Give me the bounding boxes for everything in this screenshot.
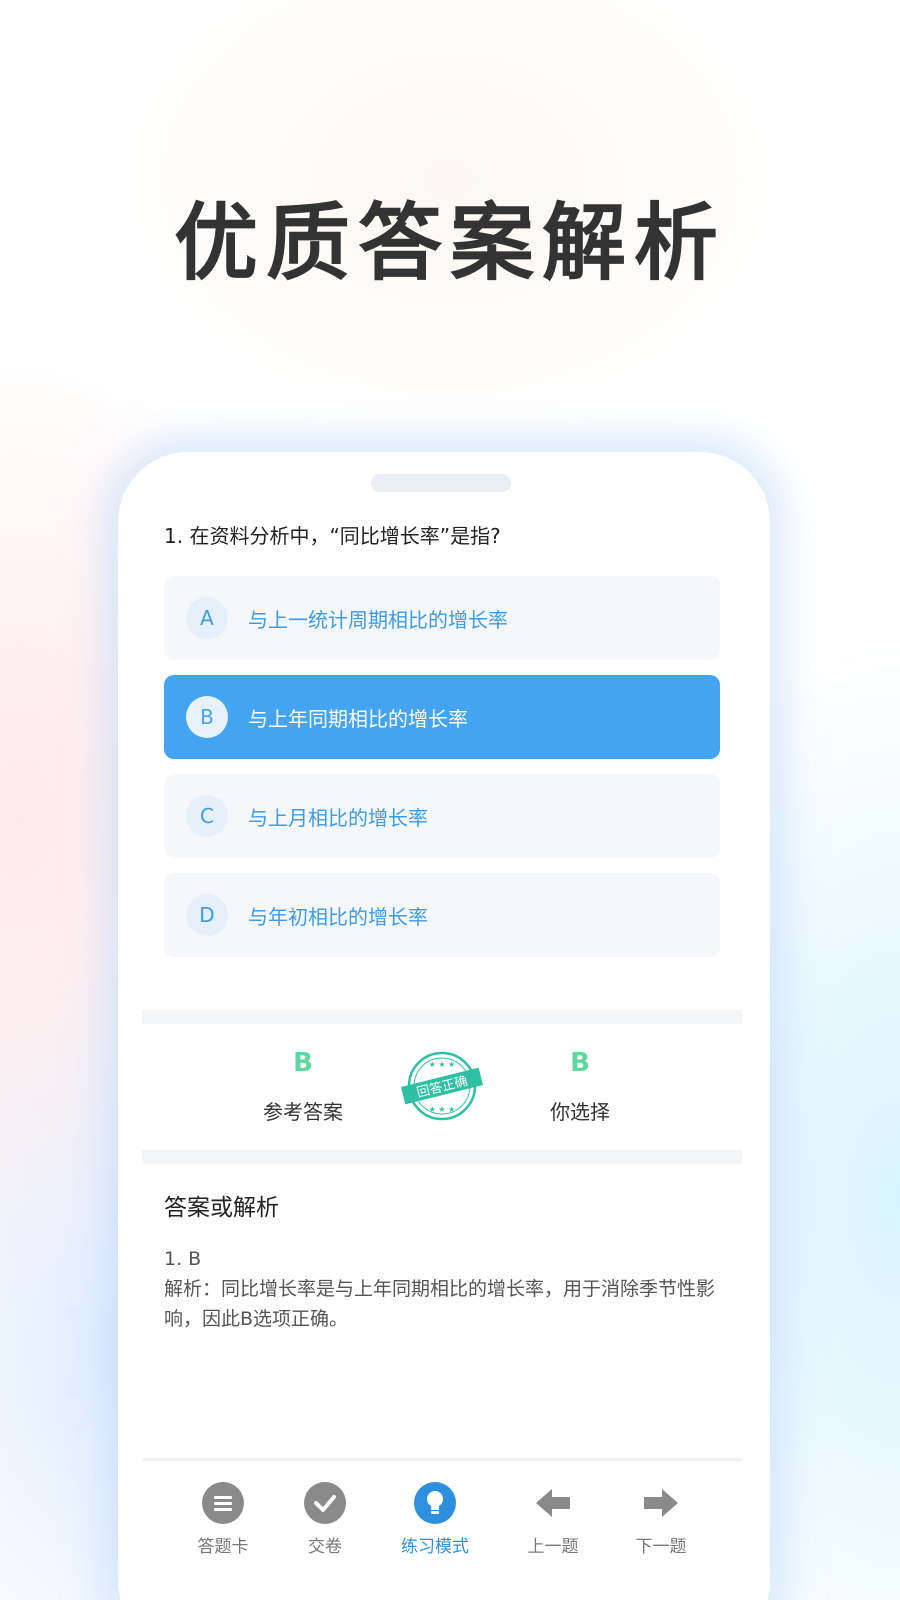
analysis-body: 1. B 解析：同比增长率是与上年同期相比的增长率，用于消除季节性影响，因此B选… [164, 1244, 724, 1334]
tab-submit[interactable]: 交卷 [280, 1482, 370, 1557]
section-divider [142, 1150, 742, 1164]
tab-next[interactable]: 下一题 [616, 1482, 706, 1557]
tab-label: 上一题 [527, 1537, 579, 1557]
svg-text:★ ★ ★: ★ ★ ★ [429, 1105, 456, 1114]
option-text: 与上年同期相比的增长率 [248, 706, 468, 731]
arrow-right-icon [640, 1482, 682, 1524]
option-text: 与上一统计周期相比的增长率 [248, 607, 508, 632]
option-letter: A [186, 597, 228, 639]
lightbulb-icon [414, 1482, 456, 1524]
option-text: 与年初相比的增长率 [248, 904, 428, 929]
option-a[interactable]: A 与上一统计周期相比的增长率 [164, 576, 720, 660]
tab-label: 练习模式 [401, 1537, 469, 1557]
tab-previous[interactable]: 上一题 [508, 1482, 598, 1557]
tab-label: 下一题 [635, 1537, 687, 1557]
tab-answer-card[interactable]: 答题卡 [178, 1482, 268, 1557]
reference-answer-label: 参考答案 [263, 1100, 343, 1124]
reference-answer: B 参考答案 [223, 1048, 383, 1125]
promo-headline: 优质答案解析 [173, 194, 726, 292]
option-letter: C [186, 795, 228, 837]
option-letter: B [186, 696, 228, 738]
analysis-title: 答案或解析 [164, 1195, 279, 1221]
check-icon [304, 1482, 346, 1524]
correct-stamp-icon: ★ ★ ★ ★ ★ ★ 回答正确 [401, 1051, 483, 1121]
phone-notch [371, 474, 511, 492]
your-answer: B 你选择 [500, 1048, 660, 1125]
your-answer-value: B [570, 1048, 590, 1078]
your-answer-label: 你选择 [550, 1100, 610, 1124]
analysis-answer-line: 1. B [164, 1248, 202, 1270]
phone-mockup: 1. 在资料分析中，“同比增长率”是指? A 与上一统计周期相比的增长率 B 与… [118, 452, 770, 1600]
option-c[interactable]: C 与上月相比的增长率 [164, 774, 720, 858]
tab-label: 交卷 [308, 1537, 342, 1557]
reference-answer-value: B [293, 1048, 313, 1078]
arrow-left-icon [532, 1482, 574, 1524]
question-text: 1. 在资料分析中，“同比增长率”是指? [164, 524, 501, 548]
tabbar-divider [142, 1458, 742, 1461]
option-d[interactable]: D 与年初相比的增长率 [164, 873, 720, 957]
section-divider [142, 1010, 742, 1024]
list-icon [202, 1482, 244, 1524]
analysis-explanation: 解析：同比增长率是与上年同期相比的增长率，用于消除季节性影响，因此B选项正确。 [164, 1278, 716, 1330]
option-b[interactable]: B 与上年同期相比的增长率 [164, 675, 720, 759]
tab-label: 答题卡 [197, 1537, 249, 1557]
option-letter: D [186, 894, 228, 936]
tab-practice-mode[interactable]: 练习模式 [390, 1482, 480, 1557]
svg-text:★ ★ ★: ★ ★ ★ [429, 1060, 456, 1069]
option-text: 与上月相比的增长率 [248, 805, 428, 830]
